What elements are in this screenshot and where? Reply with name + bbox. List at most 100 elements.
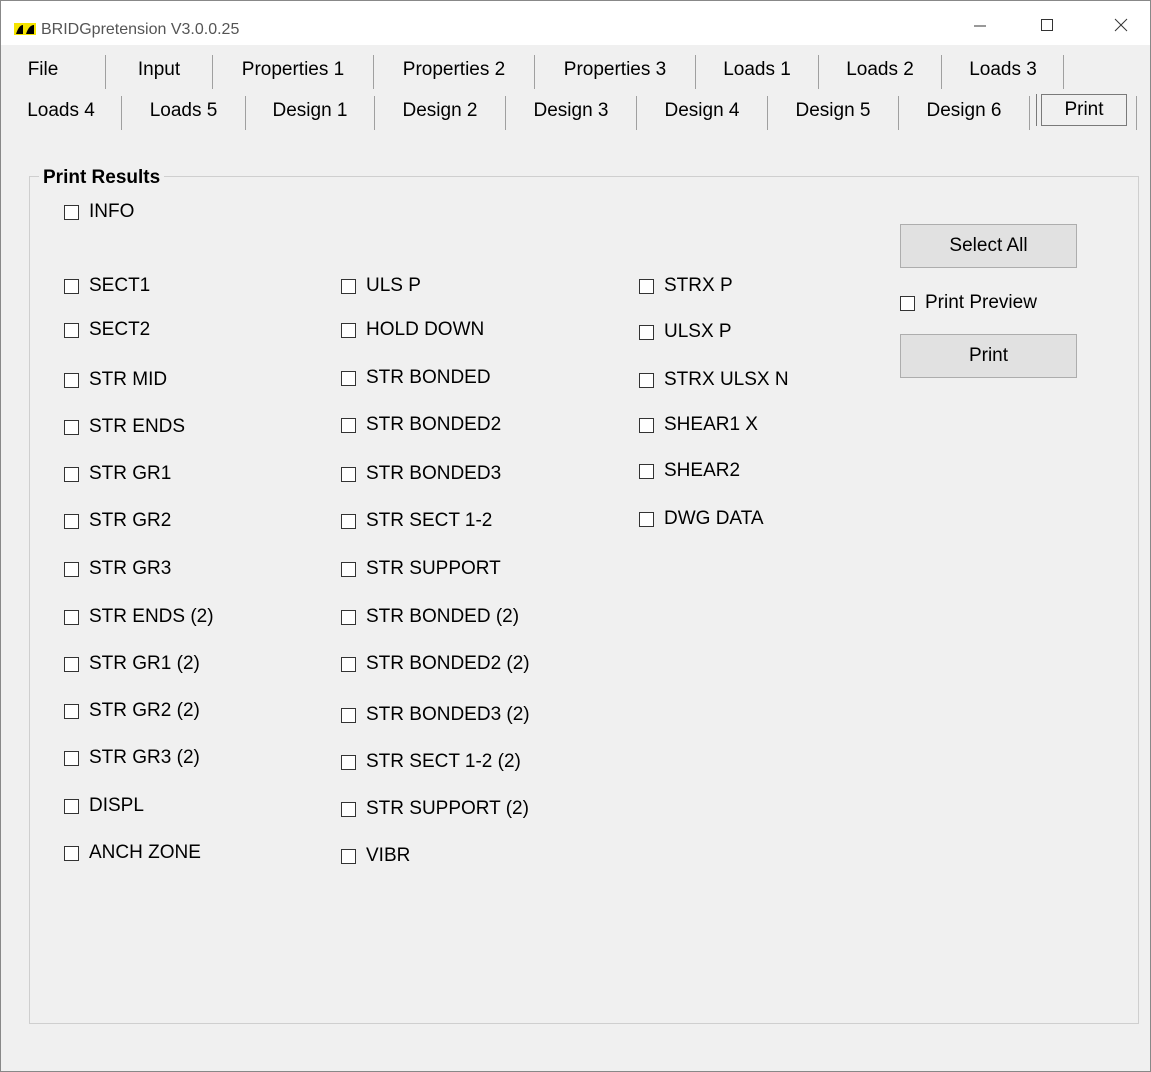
minimize-icon bbox=[974, 25, 986, 27]
tab-design-3[interactable]: Design 3 bbox=[506, 92, 636, 130]
tab-file[interactable]: File bbox=[1, 51, 85, 89]
checkbox-box[interactable] bbox=[64, 513, 79, 529]
tab-loads-5[interactable]: Loads 5 bbox=[122, 92, 245, 130]
checkbox-vibr[interactable]: VIBR bbox=[341, 845, 410, 867]
checkbox-str-bonded-2[interactable]: STR BONDED (2) bbox=[341, 606, 519, 628]
tab-design-5[interactable]: Design 5 bbox=[768, 92, 898, 130]
tab-properties-1[interactable]: Properties 1 bbox=[213, 51, 373, 89]
checkbox-box[interactable] bbox=[64, 845, 79, 861]
checkbox-box[interactable] bbox=[639, 278, 654, 294]
tab-design-6[interactable]: Design 6 bbox=[899, 92, 1029, 130]
checkbox-box[interactable] bbox=[639, 417, 654, 433]
checkbox-str-sect-1-2[interactable]: STR SECT 1-2 bbox=[341, 510, 492, 532]
checkbox-box[interactable] bbox=[341, 707, 356, 723]
checkbox-str-bonded2[interactable]: STR BONDED2 bbox=[341, 414, 501, 436]
checkbox-str-sect-1-2-2[interactable]: STR SECT 1-2 (2) bbox=[341, 751, 521, 773]
checkbox-shear1-x[interactable]: SHEAR1 X bbox=[639, 414, 758, 436]
tab-loads-3[interactable]: Loads 3 bbox=[942, 51, 1064, 89]
checkbox-info[interactable]: INFO bbox=[64, 201, 134, 223]
checkbox-box[interactable] bbox=[341, 513, 356, 529]
maximize-button[interactable] bbox=[1024, 7, 1070, 43]
checkbox-box[interactable] bbox=[64, 204, 79, 220]
checkbox-label: STR ENDS bbox=[89, 416, 186, 437]
close-button[interactable] bbox=[1098, 7, 1144, 43]
checkbox-box[interactable] bbox=[341, 466, 356, 482]
checkbox-box[interactable] bbox=[639, 372, 654, 388]
tab-properties-2[interactable]: Properties 2 bbox=[374, 51, 534, 89]
checkbox-label: STRX P bbox=[664, 275, 733, 296]
checkbox-str-gr3[interactable]: STR GR3 bbox=[64, 558, 171, 580]
checkbox-box[interactable] bbox=[64, 561, 79, 577]
checkbox-box[interactable] bbox=[341, 754, 356, 770]
checkbox-str-bonded3-2[interactable]: STR BONDED3 (2) bbox=[341, 704, 530, 726]
tab-design-4[interactable]: Design 4 bbox=[637, 92, 767, 130]
checkbox-box[interactable] bbox=[64, 419, 79, 435]
checkbox-box[interactable] bbox=[341, 848, 356, 864]
checkbox-box[interactable] bbox=[341, 322, 356, 338]
checkbox-label: STR GR2 (2) bbox=[89, 700, 200, 721]
app-window: BRIDGpretension V3.0.0.25 File Input Pro… bbox=[0, 0, 1151, 1072]
checkbox-box[interactable] bbox=[64, 278, 79, 294]
checkbox-label: SHEAR2 bbox=[664, 460, 741, 481]
checkbox-str-mid[interactable]: STR MID bbox=[64, 369, 167, 391]
checkbox-box[interactable] bbox=[900, 295, 915, 311]
tab-loads-2[interactable]: Loads 2 bbox=[819, 51, 941, 89]
checkbox-box[interactable] bbox=[341, 370, 356, 386]
checkbox-str-gr1[interactable]: STR GR1 bbox=[64, 463, 171, 485]
checkbox-str-bonded2-2[interactable]: STR BONDED2 (2) bbox=[341, 653, 530, 675]
tab-print[interactable]: Print bbox=[1036, 94, 1127, 126]
checkbox-ulsx-p[interactable]: ULSX P bbox=[639, 321, 732, 343]
checkbox-uls-p[interactable]: ULS P bbox=[341, 275, 421, 297]
checkbox-box[interactable] bbox=[64, 372, 79, 388]
tab-loads-1[interactable]: Loads 1 bbox=[696, 51, 818, 89]
checkbox-sect1[interactable]: SECT1 bbox=[64, 275, 150, 297]
checkbox-box[interactable] bbox=[64, 322, 79, 338]
checkbox-print-preview[interactable]: Print Preview bbox=[900, 292, 1037, 314]
checkbox-sect2[interactable]: SECT2 bbox=[64, 319, 150, 341]
minimize-button[interactable] bbox=[957, 7, 1003, 43]
checkbox-box[interactable] bbox=[341, 609, 356, 625]
checkbox-box[interactable] bbox=[341, 801, 356, 817]
checkbox-box[interactable] bbox=[64, 656, 79, 672]
tab-design-2[interactable]: Design 2 bbox=[375, 92, 505, 130]
checkbox-shear2[interactable]: SHEAR2 bbox=[639, 460, 740, 482]
tab-input[interactable]: Input bbox=[106, 51, 212, 89]
checkbox-box[interactable] bbox=[64, 466, 79, 482]
checkbox-str-bonded3[interactable]: STR BONDED3 bbox=[341, 463, 501, 485]
checkbox-label: STR SUPPORT bbox=[366, 558, 501, 579]
checkbox-str-gr2[interactable]: STR GR2 bbox=[64, 510, 171, 532]
checkbox-str-support-2[interactable]: STR SUPPORT (2) bbox=[341, 798, 529, 820]
checkbox-str-ends-2[interactable]: STR ENDS (2) bbox=[64, 606, 214, 628]
checkbox-box[interactable] bbox=[64, 703, 79, 719]
tab-design-1[interactable]: Design 1 bbox=[246, 92, 374, 130]
checkbox-anch-zone[interactable]: ANCH ZONE bbox=[64, 842, 201, 864]
tab-label: Design 2 bbox=[402, 100, 478, 121]
checkbox-box[interactable] bbox=[64, 750, 79, 766]
checkbox-str-support[interactable]: STR SUPPORT bbox=[341, 558, 501, 580]
tab-separator bbox=[1136, 96, 1137, 130]
tab-properties-3[interactable]: Properties 3 bbox=[535, 51, 695, 89]
select-all-button[interactable]: Select All bbox=[900, 224, 1077, 268]
checkbox-strx-ulsx-n[interactable]: STRX ULSX N bbox=[639, 369, 789, 391]
checkbox-hold-down[interactable]: HOLD DOWN bbox=[341, 319, 484, 341]
checkbox-str-ends[interactable]: STR ENDS bbox=[64, 416, 185, 438]
checkbox-str-gr1-2[interactable]: STR GR1 (2) bbox=[64, 653, 200, 675]
print-button[interactable]: Print bbox=[900, 334, 1077, 378]
checkbox-box[interactable] bbox=[639, 463, 654, 479]
checkbox-box[interactable] bbox=[64, 798, 79, 814]
checkbox-box[interactable] bbox=[341, 656, 356, 672]
checkbox-box[interactable] bbox=[341, 561, 356, 577]
checkbox-box[interactable] bbox=[639, 511, 654, 527]
checkbox-strx-p[interactable]: STRX P bbox=[639, 275, 733, 297]
tab-loads-4[interactable]: Loads 4 bbox=[1, 92, 121, 130]
tab-label: File bbox=[27, 59, 59, 80]
checkbox-str-gr3-2[interactable]: STR GR3 (2) bbox=[64, 747, 200, 769]
checkbox-str-gr2-2[interactable]: STR GR2 (2) bbox=[64, 700, 200, 722]
checkbox-dwg-data[interactable]: DWG DATA bbox=[639, 508, 764, 530]
checkbox-displ[interactable]: DISPL bbox=[64, 795, 144, 817]
checkbox-str-bonded[interactable]: STR BONDED bbox=[341, 367, 491, 389]
checkbox-box[interactable] bbox=[639, 324, 654, 340]
checkbox-box[interactable] bbox=[64, 609, 79, 625]
checkbox-box[interactable] bbox=[341, 417, 356, 433]
checkbox-box[interactable] bbox=[341, 278, 356, 294]
